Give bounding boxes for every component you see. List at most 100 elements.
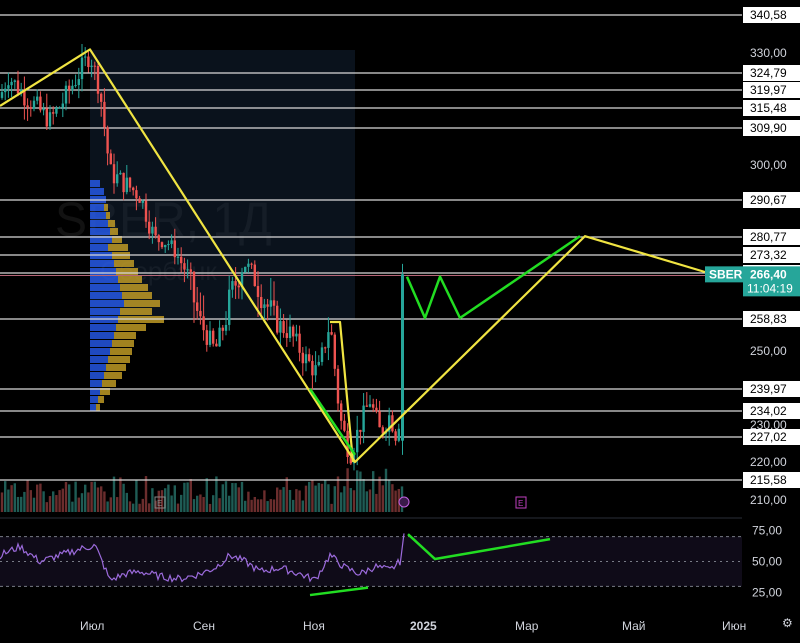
candle-body bbox=[263, 304, 266, 309]
volume-bar bbox=[288, 489, 292, 512]
volume-bar bbox=[221, 484, 224, 512]
volume-bar bbox=[125, 492, 128, 512]
time-label: Ноя bbox=[303, 619, 325, 633]
volume-bar bbox=[186, 482, 189, 512]
candle-body bbox=[0, 92, 4, 98]
candle-body bbox=[16, 80, 20, 94]
candle-body bbox=[272, 300, 276, 306]
vp-buy bbox=[90, 396, 98, 403]
volume-bar bbox=[29, 490, 32, 512]
dividend-icon bbox=[398, 496, 410, 508]
candle-body bbox=[327, 332, 330, 348]
volume-bar bbox=[202, 497, 205, 512]
settings-corner-icon[interactable]: ⚙ bbox=[782, 616, 793, 630]
volume-bar bbox=[122, 483, 125, 512]
candle-body bbox=[61, 103, 64, 108]
vp-sell bbox=[104, 372, 122, 379]
candle-body bbox=[42, 108, 45, 111]
volume-bar bbox=[192, 499, 196, 512]
volume-bar bbox=[39, 483, 42, 512]
volume-bar bbox=[311, 479, 314, 512]
volume-bar bbox=[61, 488, 64, 512]
candle-body bbox=[100, 93, 103, 102]
candle-body bbox=[10, 81, 13, 86]
time-label: 2025 bbox=[410, 619, 437, 633]
volume-bar bbox=[112, 476, 116, 512]
candle-body bbox=[212, 330, 215, 344]
volume-bar bbox=[176, 503, 180, 512]
vp-buy bbox=[90, 372, 104, 379]
volume-bar bbox=[80, 493, 84, 512]
candle-body bbox=[122, 172, 125, 193]
candle-body bbox=[132, 187, 135, 191]
volume-bar bbox=[247, 491, 250, 512]
vp-sell bbox=[108, 220, 115, 227]
volume-bar bbox=[103, 491, 106, 512]
candle-body bbox=[58, 107, 61, 109]
time-label: Мар bbox=[515, 619, 539, 633]
volume-bar bbox=[244, 500, 247, 512]
candle-body bbox=[324, 347, 327, 349]
candle-body bbox=[288, 326, 292, 338]
candle-body bbox=[176, 256, 180, 258]
volume-bar bbox=[224, 481, 228, 512]
vp-sell bbox=[106, 212, 110, 219]
volume-bar bbox=[173, 485, 176, 512]
candle-body bbox=[157, 235, 160, 243]
level-tag-label: 340,58 bbox=[750, 8, 787, 22]
candle-body bbox=[138, 198, 141, 203]
candle-body bbox=[154, 226, 157, 236]
candle-body bbox=[45, 108, 48, 127]
volume-bar bbox=[314, 485, 317, 512]
volume-bar bbox=[42, 491, 45, 512]
volume-bar bbox=[64, 481, 68, 512]
candle-body bbox=[298, 333, 301, 353]
candle-body bbox=[29, 107, 32, 109]
volume-bar bbox=[237, 487, 240, 512]
volume-bar bbox=[362, 479, 365, 512]
volume-bar bbox=[144, 476, 148, 512]
vp-buy bbox=[90, 180, 100, 187]
candle-body bbox=[119, 172, 122, 175]
vp-sell bbox=[106, 364, 126, 371]
volume-bar bbox=[45, 502, 48, 512]
candle-body bbox=[116, 174, 119, 184]
candle-body bbox=[304, 354, 308, 364]
candle-body bbox=[103, 101, 106, 128]
volume-bar bbox=[20, 496, 23, 512]
candle-body bbox=[365, 405, 368, 407]
sber-chart[interactable]: SBER, 1Д Сбербанк 210,00220,00230,00250,… bbox=[0, 0, 800, 643]
candle-body bbox=[269, 300, 272, 307]
volume-bar bbox=[282, 487, 285, 512]
vp-buy bbox=[90, 276, 118, 283]
candle-body bbox=[13, 80, 16, 82]
volume-bar bbox=[301, 500, 304, 512]
candle-body bbox=[292, 326, 295, 337]
candle-body bbox=[237, 285, 240, 288]
volume-bar bbox=[250, 499, 253, 512]
vp-buy bbox=[90, 356, 108, 363]
volume-bar bbox=[352, 490, 356, 512]
volume-bar bbox=[68, 484, 71, 512]
volume-bar bbox=[381, 485, 384, 512]
volume-bar bbox=[141, 498, 144, 512]
candle-body bbox=[36, 96, 39, 101]
volume-bar bbox=[93, 481, 96, 512]
rsi-tick: 75,00 bbox=[752, 523, 782, 537]
candle-body bbox=[224, 324, 228, 331]
level-tag-label: 280,77 bbox=[750, 230, 787, 244]
candle-body bbox=[55, 108, 58, 114]
candle-body bbox=[192, 271, 196, 303]
volume-bar bbox=[333, 486, 336, 512]
candle-body bbox=[276, 305, 279, 333]
candle-body bbox=[71, 85, 74, 91]
volume-bar bbox=[116, 497, 119, 512]
candle-body bbox=[228, 289, 231, 325]
vp-buy bbox=[90, 220, 108, 227]
candle-body bbox=[368, 404, 372, 407]
candle-body bbox=[282, 321, 285, 334]
volume-bar bbox=[234, 483, 237, 512]
candle-body bbox=[295, 333, 298, 337]
volume-bar bbox=[36, 484, 39, 512]
volume-bar bbox=[77, 497, 80, 512]
